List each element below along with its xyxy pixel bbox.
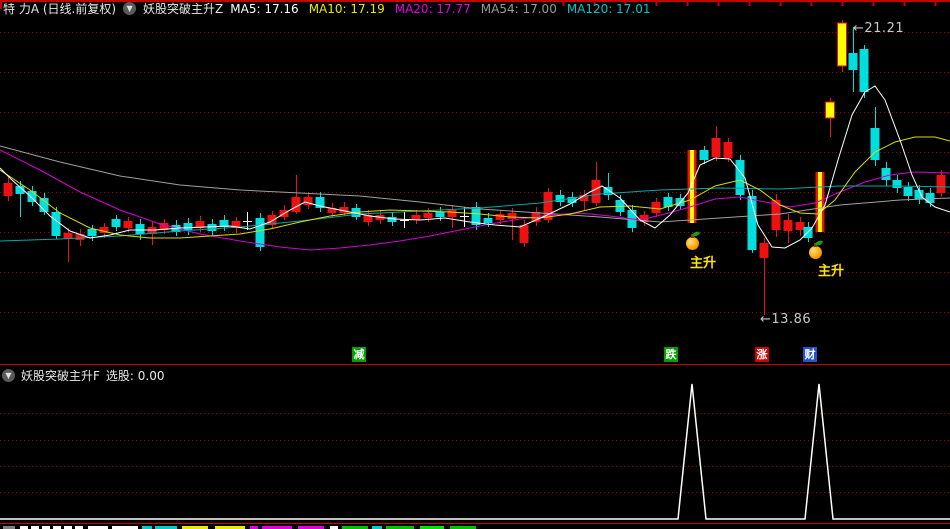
chevron-down-icon[interactable]: ▼ xyxy=(2,369,15,382)
tangerine-icon xyxy=(686,234,699,250)
signal-label: 主升 xyxy=(818,264,845,279)
ma-values-row: MA5: 17.16 MA10: 17.19 MA20: 17.77 MA54: 17… xyxy=(230,2,650,16)
event-badge: 财 xyxy=(803,347,817,362)
event-badge: 跌 xyxy=(664,347,678,362)
low-price-label: ←13.86 xyxy=(760,312,812,327)
event-badge: 涨 xyxy=(755,347,769,362)
ma-value: MA10: 17.19 xyxy=(308,1,385,16)
sub-indicator-name: 妖股突破主升F xyxy=(21,369,100,383)
panel-separator-line xyxy=(0,364,950,365)
ma-value: MA54: 17.00 xyxy=(480,1,557,16)
high-price-label: ←21.21 xyxy=(853,21,905,36)
main-header: 特 力A (日线.前复权) ▼ 妖股突破主升Z MA5: 17.16 MA10: … xyxy=(3,1,651,17)
sub-panel-header: ▼ 妖股突破主升F 选股: 0.00 xyxy=(2,368,164,383)
event-badge: 减 xyxy=(352,347,366,362)
tangerine-icon xyxy=(809,243,822,259)
clipped-text-row xyxy=(0,525,950,529)
main-indicator-name: 妖股突破主升Z xyxy=(143,2,224,16)
candlestick-chart[interactable] xyxy=(0,0,950,529)
stock-title: 特 力A (日线.前复权) xyxy=(3,2,117,16)
sub-indicator-value: 选股: 0.00 xyxy=(105,369,165,383)
ma-value: MA5: 17.16 xyxy=(230,1,299,16)
chevron-down-icon[interactable]: ▼ xyxy=(123,2,137,15)
signal-label: 主升 xyxy=(690,256,717,271)
tdx-chart-window: 特 力A (日线.前复权) ▼ 妖股突破主升Z MA5: 17.16 MA10: … xyxy=(0,0,950,529)
ma-value: MA20: 17.77 xyxy=(394,1,471,16)
ma-value: MA120: 17.01 xyxy=(566,1,651,16)
